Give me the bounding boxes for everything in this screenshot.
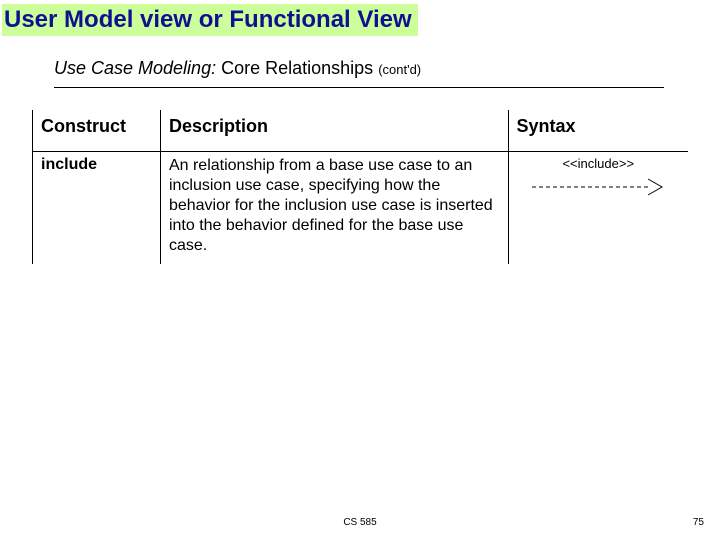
header-construct: Construct bbox=[33, 110, 161, 152]
header-syntax: Syntax bbox=[508, 110, 688, 152]
cell-syntax: <<include>> bbox=[508, 152, 688, 265]
table-header-row: Construct Description Syntax bbox=[33, 110, 689, 152]
header-description: Description bbox=[160, 110, 508, 152]
footer-course: CS 585 bbox=[343, 517, 376, 528]
footer-page-number: 75 bbox=[693, 517, 704, 528]
table-row: include An relationship from a base use … bbox=[33, 152, 689, 265]
subtitle-contd: (cont'd) bbox=[378, 62, 421, 77]
subtitle-italic: Use Case Modeling: bbox=[54, 58, 216, 78]
subtitle-container: Use Case Modeling: Core Relationships (c… bbox=[54, 58, 664, 88]
stereotype-label: <<include>> bbox=[517, 156, 680, 171]
slide-title: User Model view or Functional View bbox=[2, 4, 418, 36]
subtitle: Use Case Modeling: Core Relationships (c… bbox=[54, 58, 421, 78]
dashed-arrow-icon bbox=[528, 177, 668, 197]
constructs-table: Construct Description Syntax include An … bbox=[32, 110, 688, 264]
cell-construct: include bbox=[33, 152, 161, 265]
subtitle-rest: Core Relationships bbox=[216, 58, 378, 78]
description-text: An relationship from a base use case to … bbox=[169, 156, 500, 256]
cell-description: An relationship from a base use case to … bbox=[160, 152, 508, 265]
